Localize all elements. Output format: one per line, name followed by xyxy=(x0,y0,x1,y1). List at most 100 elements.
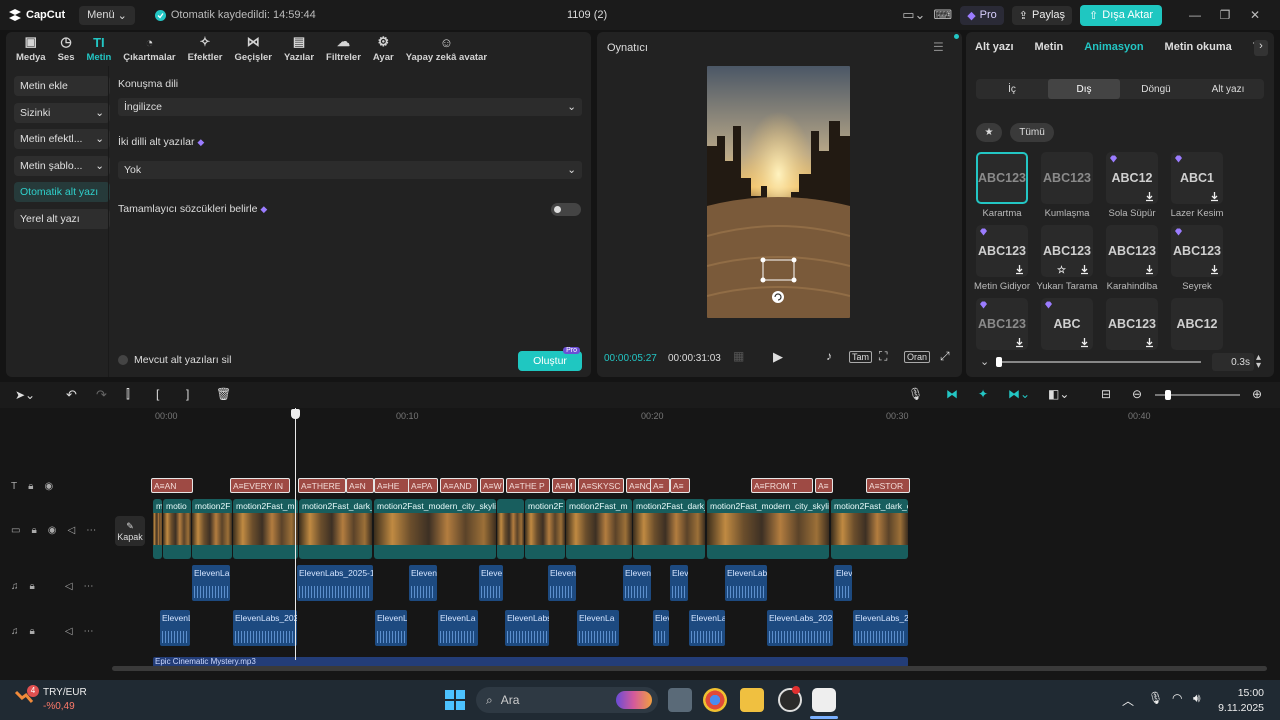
all-filter[interactable]: Tümü xyxy=(1010,123,1054,142)
audio-clip[interactable]: Elev xyxy=(670,565,688,601)
shortcuts-icon[interactable]: ⌨ xyxy=(933,7,952,23)
subnav-item[interactable]: Yerel alt yazı xyxy=(14,208,110,229)
crop-icon[interactable]: ⛶ xyxy=(879,349,887,364)
audio-clip[interactable]: Elev xyxy=(653,610,669,646)
download-icon[interactable] xyxy=(1209,191,1220,202)
video-clip[interactable]: motion2Fast_modern_city_skyli xyxy=(707,499,829,559)
duration-slider[interactable] xyxy=(996,361,1201,363)
audio-clip[interactable]: ElevenLab xyxy=(725,565,767,601)
ticker-label[interactable]: TRY/EUR xyxy=(43,687,87,698)
duration-input[interactable]: 0.3s xyxy=(1212,353,1254,371)
select-tool-icon[interactable]: ➤⌄ xyxy=(15,388,35,402)
menu-lines-icon[interactable]: ☰ xyxy=(933,40,944,54)
audio-clip[interactable]: ElevenLab xyxy=(192,565,230,601)
tool-adjust[interactable]: ⚙ Ayar xyxy=(367,32,400,66)
text-clip[interactable]: A≡ AN xyxy=(151,478,193,493)
playhead[interactable] xyxy=(295,408,296,660)
text-clip[interactable]: A≡ PA xyxy=(408,478,438,493)
tab-0[interactable]: Alt yazı xyxy=(975,41,1014,53)
share-button[interactable]: ⇪ Paylaş xyxy=(1011,5,1073,25)
audio-clip[interactable]: ElevenLabs_202 xyxy=(233,610,297,646)
file-explorer-icon[interactable] xyxy=(740,688,764,712)
lock-icon[interactable]: 🔒︎ xyxy=(30,581,35,592)
audio-clip[interactable]: ElevenLabs_2 xyxy=(853,610,908,646)
video-preview[interactable] xyxy=(707,66,850,318)
animation-card[interactable]: ABC123 xyxy=(976,298,1028,350)
tool-filters[interactable]: ☁ Filtreler xyxy=(320,32,367,66)
animation-card[interactable]: ABC123 xyxy=(1171,225,1223,277)
main-track-magnet-icon[interactable]: ⧓ xyxy=(946,387,958,401)
segment-2[interactable]: Döngü xyxy=(1120,79,1192,99)
layout-icon[interactable]: ▭⌄ xyxy=(902,7,925,23)
clock-time[interactable]: 15:00 xyxy=(1232,687,1264,699)
subnav-item[interactable]: Metin şablo... ⌄ xyxy=(14,155,110,176)
clear-captions-option[interactable]: Mevcut alt yazıları sil xyxy=(118,354,231,366)
pro-button[interactable]: ◆ Pro xyxy=(960,5,1004,25)
text-clip[interactable]: A≡ AND xyxy=(440,478,478,493)
tab-3[interactable]: Metin okuma xyxy=(1165,41,1232,53)
subnav-item[interactable]: Metin efektl... ⌄ xyxy=(14,129,110,149)
split-left-icon[interactable]: [ xyxy=(156,387,159,401)
audio-clip[interactable]: Eleven xyxy=(623,565,651,601)
video-clip[interactable]: motion2Fast_m xyxy=(566,499,632,559)
more-icon[interactable]: ⋯ xyxy=(84,581,94,592)
delete-icon[interactable]: 🗑 xyxy=(216,387,231,401)
segment-0[interactable]: İç xyxy=(976,79,1048,99)
video-clip[interactable] xyxy=(497,499,524,559)
tool-captions[interactable]: ▤ Yazılar xyxy=(278,32,320,66)
audio-clip[interactable]: ElevenL xyxy=(160,610,190,646)
windows-start-icon[interactable] xyxy=(444,689,466,711)
video-clip[interactable]: motio xyxy=(163,499,191,559)
animation-card[interactable]: ABC12 xyxy=(1171,298,1223,350)
segment-1[interactable]: Dış xyxy=(1048,79,1120,99)
audio-clip[interactable]: ElevenLa xyxy=(438,610,478,646)
stepper-icon[interactable]: ▴ ▾ xyxy=(1256,353,1261,371)
fullscreen-icon[interactable]: ⤢ xyxy=(940,349,950,364)
text-clip[interactable]: A≡ FROM T xyxy=(751,478,813,493)
full-button[interactable]: Tam xyxy=(849,351,873,363)
audio-clip[interactable]: Elev xyxy=(834,565,852,601)
tray-overflow-icon[interactable]: ︿ xyxy=(1122,692,1134,709)
more-icon[interactable]: ⋯ xyxy=(84,626,94,637)
more-icon[interactable]: ⋯ xyxy=(86,525,96,536)
text-clip[interactable]: A≡ M xyxy=(552,478,576,493)
tab-2[interactable]: Animasyon xyxy=(1084,41,1143,53)
download-icon[interactable] xyxy=(1144,337,1155,348)
tool-effects[interactable]: ✧ Efektler xyxy=(182,32,229,66)
text-clip[interactable]: A≡ THE P xyxy=(506,478,550,493)
video-clip[interactable]: motion2Fast_dark_ xyxy=(299,499,372,559)
chevron-right-icon[interactable]: › xyxy=(1254,40,1268,56)
ratio-button[interactable]: Oran xyxy=(904,351,931,363)
text-clip[interactable]: A≡ SKYSC xyxy=(578,478,624,493)
animation-card[interactable]: ABC xyxy=(1041,298,1093,350)
text-clip[interactable]: A≡ xyxy=(670,478,690,493)
animation-card[interactable]: ABC123 xyxy=(1106,225,1158,277)
audio-clip[interactable]: Eleve xyxy=(479,565,503,601)
download-icon[interactable] xyxy=(1079,337,1090,348)
tool-ai-avatar[interactable]: ☺ Yapay zekâ avatar xyxy=(400,32,493,66)
animation-card[interactable]: ABC123 ☆ xyxy=(1041,225,1093,277)
tool-audio[interactable]: ◷ Ses xyxy=(52,32,81,66)
subnav-item[interactable]: Otomatik alt yazı xyxy=(14,182,110,202)
audio-clip[interactable]: ElevenLabs_202 xyxy=(767,610,833,646)
duration-slider-thumb[interactable] xyxy=(996,357,1002,367)
fit-icon[interactable]: ⊟ xyxy=(1101,387,1111,401)
audio-clip[interactable]: ElevenLa xyxy=(577,610,619,646)
download-icon[interactable] xyxy=(1014,337,1025,348)
animation-card[interactable]: ABC123 xyxy=(1041,152,1093,204)
play-icon[interactable]: ▶ xyxy=(773,349,783,365)
subnav-item[interactable]: Sizinki ⌄ xyxy=(14,102,110,123)
text-clip[interactable]: A≡ THERE xyxy=(298,478,346,493)
close-icon[interactable]: ✕ xyxy=(1244,8,1266,22)
animation-card[interactable]: ABC123 xyxy=(976,225,1028,277)
menu-button[interactable]: Menü ⌄ xyxy=(79,5,135,25)
audio-clip[interactable]: Eleven xyxy=(409,565,437,601)
timeline-grid-icon[interactable]: ▦ xyxy=(733,349,744,363)
wifi-icon[interactable]: ◠ xyxy=(1172,691,1182,705)
lock-icon[interactable]: 🔒︎ xyxy=(31,525,36,536)
video-clip[interactable]: motion2Fast_dark_ xyxy=(633,499,705,559)
video-clip[interactable]: m xyxy=(153,499,162,559)
clock-date[interactable]: 9.11.2025 xyxy=(1215,702,1264,714)
split-right-icon[interactable]: ] xyxy=(186,387,189,401)
volume-icon[interactable]: 🔊︎ xyxy=(1193,691,1201,706)
